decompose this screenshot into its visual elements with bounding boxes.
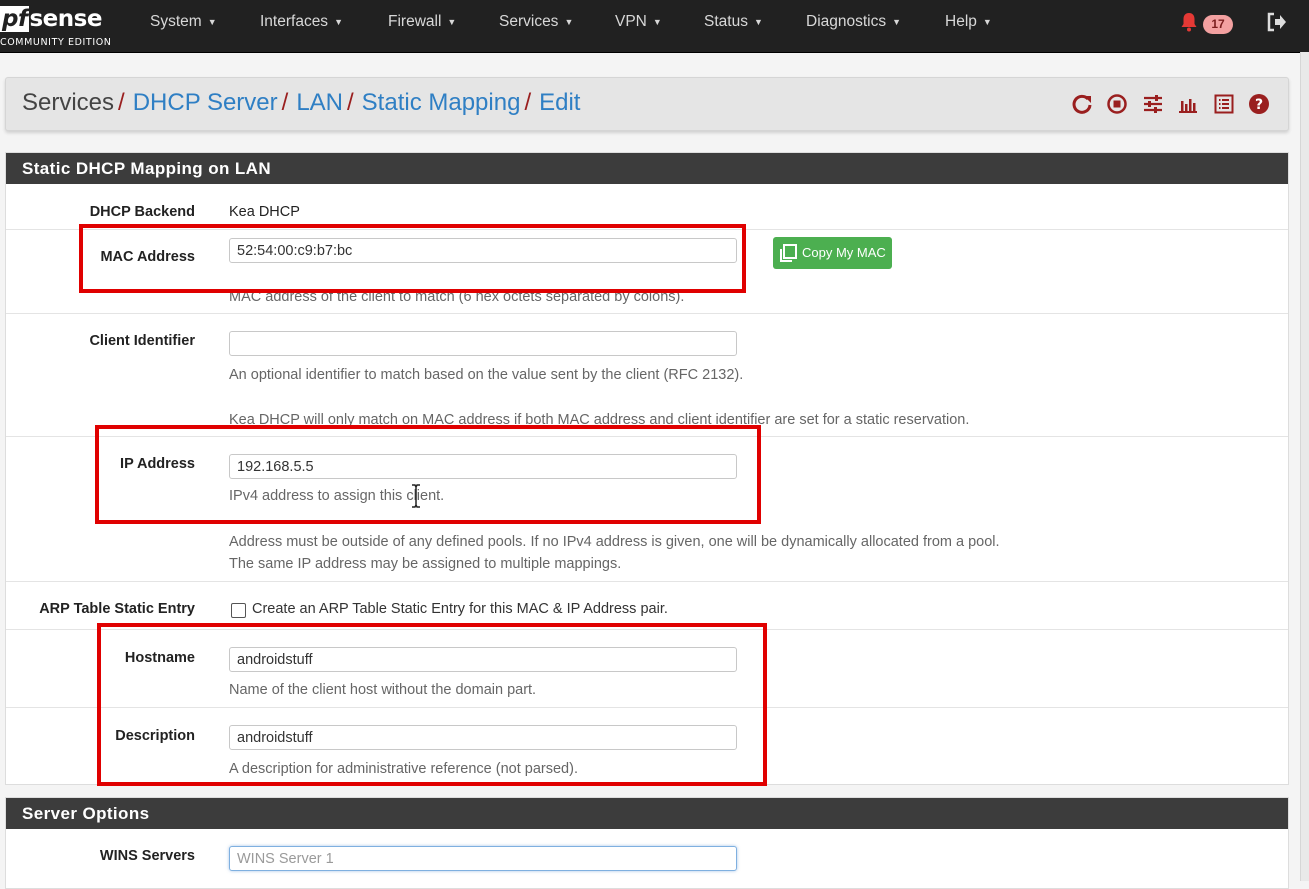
chart-icon[interactable] xyxy=(1177,93,1199,115)
logo-edition: COMMUNITY EDITION xyxy=(0,37,112,48)
text-cursor-icon xyxy=(412,484,420,508)
backend-row: DHCP Backend Kea DHCP xyxy=(6,184,1288,229)
hostname-input[interactable]: androidstuff xyxy=(229,647,737,672)
hostname-row: Hostname androidstuff Name of the client… xyxy=(6,629,1288,708)
mac-help: MAC address of the client to match (6 he… xyxy=(229,289,685,305)
list-icon[interactable] xyxy=(1213,93,1235,115)
backend-label: DHCP Backend xyxy=(89,204,195,220)
ip-help-3: The same IP address may be assigned to m… xyxy=(229,556,622,572)
caret-down-icon: ▼ xyxy=(207,16,217,27)
logo-pf: pf xyxy=(0,6,30,32)
breadcrumb-actions: ? xyxy=(1062,93,1270,115)
description-input[interactable]: androidstuff xyxy=(229,725,737,750)
notification-badge[interactable]: 17 xyxy=(1203,15,1233,34)
logo-sense: sense xyxy=(29,6,102,32)
nav-label: Help xyxy=(945,13,977,30)
arp-checkbox-label[interactable]: Create an ARP Table Static Entry for thi… xyxy=(252,601,668,617)
stop-icon[interactable] xyxy=(1106,93,1128,115)
panel-title: Server Options xyxy=(6,798,1288,829)
arp-checkbox[interactable] xyxy=(231,603,246,618)
wins-server-input[interactable]: WINS Server 1 xyxy=(229,846,737,871)
wins-label: WINS Servers xyxy=(99,848,195,864)
pfsense-logo[interactable]: pfsense COMMUNITY EDITION xyxy=(0,4,122,50)
description-row: Description androidstuff A description f… xyxy=(6,707,1288,785)
breadcrumb-static-mapping[interactable]: Static Mapping xyxy=(362,89,521,116)
wins-placeholder: WINS Server 1 xyxy=(237,851,334,867)
nav-firewall[interactable]: Firewall ▼ xyxy=(388,13,456,31)
caret-down-icon: ▼ xyxy=(892,16,902,27)
backend-value: Kea DHCP xyxy=(229,204,300,220)
breadcrumb-services: Services xyxy=(22,89,115,116)
breadcrumb-separator: / xyxy=(347,89,354,116)
nav-status[interactable]: Status ▼ xyxy=(704,13,763,31)
hostname-help: Name of the client host without the doma… xyxy=(229,682,537,698)
description-label: Description xyxy=(115,728,195,744)
nav-help[interactable]: Help ▼ xyxy=(945,13,992,31)
top-navbar: pfsense COMMUNITY EDITION System ▼ Interf… xyxy=(0,0,1309,53)
caret-down-icon: ▼ xyxy=(564,16,574,27)
client-id-help-1: An optional identifier to match based on… xyxy=(229,367,744,383)
panel-title: Static DHCP Mapping on LAN xyxy=(6,153,1288,184)
caret-down-icon: ▼ xyxy=(447,16,457,27)
caret-down-icon: ▼ xyxy=(753,16,763,27)
breadcrumb-bar: Services / DHCP Server / LAN / Static Mapping /… xyxy=(5,77,1289,131)
reload-icon[interactable] xyxy=(1071,93,1093,115)
copy-my-mac-label: Copy My MAC xyxy=(802,245,886,260)
hostname-label: Hostname xyxy=(124,650,195,666)
ip-help-2: Address must be outside of any defined p… xyxy=(229,534,1000,550)
help-icon[interactable]: ? xyxy=(1248,93,1270,115)
settings-sliders-icon[interactable] xyxy=(1142,93,1164,115)
ip-row: IP Address 192.168.5.5 IPv4 address to a… xyxy=(6,436,1288,582)
nav-label: VPN xyxy=(615,13,647,30)
nav-label: Diagnostics xyxy=(806,13,887,30)
logo-text: pfsense xyxy=(0,6,102,32)
caret-down-icon: ▼ xyxy=(982,16,992,27)
client-id-row: Client Identifier An optional identifier… xyxy=(6,313,1288,437)
description-help: A description for administrative referen… xyxy=(229,761,578,777)
breadcrumb-separator: / xyxy=(524,89,532,116)
nav-system[interactable]: System ▼ xyxy=(150,13,217,31)
mac-row: MAC Address 52:54:00:c9:b7:bc Copy My MA… xyxy=(6,229,1288,314)
breadcrumb-dhcp-server[interactable]: DHCP Server xyxy=(133,89,278,116)
nav-services[interactable]: Services ▼ xyxy=(499,13,573,31)
copy-my-mac-button[interactable]: Copy My MAC xyxy=(773,237,892,269)
breadcrumb-separator: / xyxy=(118,89,125,116)
nav-label: System xyxy=(150,13,202,30)
breadcrumb-separator: / xyxy=(281,89,289,116)
bell-icon[interactable] xyxy=(1180,12,1198,32)
mac-address-input[interactable]: 52:54:00:c9:b7:bc xyxy=(229,238,737,263)
caret-down-icon: ▼ xyxy=(652,16,662,27)
svg-text:?: ? xyxy=(1255,97,1263,113)
ip-address-input[interactable]: 192.168.5.5 xyxy=(229,454,737,479)
scrollbar-track[interactable] xyxy=(1300,52,1309,881)
nav-label: Services xyxy=(499,13,559,30)
mac-label: MAC Address xyxy=(100,249,195,265)
arp-label: ARP Table Static Entry xyxy=(39,601,195,617)
server-options-panel: Server Options WINS Servers WINS Server … xyxy=(5,797,1289,889)
client-id-label: Client Identifier xyxy=(89,333,195,349)
ip-label: IP Address xyxy=(120,456,195,472)
copy-icon xyxy=(780,244,797,262)
breadcrumb-lan[interactable]: LAN xyxy=(296,89,343,116)
nav-interfaces[interactable]: Interfaces ▼ xyxy=(260,13,343,31)
wins-row: WINS Servers WINS Server 1 xyxy=(6,829,1288,889)
nav-diagnostics[interactable]: Diagnostics ▼ xyxy=(806,13,901,31)
static-mapping-panel: Static DHCP Mapping on LAN DHCP Backend … xyxy=(5,152,1289,785)
arp-row: ARP Table Static Entry Create an ARP Tab… xyxy=(6,581,1288,630)
nav-label: Status xyxy=(704,13,748,30)
client-identifier-input[interactable] xyxy=(229,331,737,356)
nav-label: Interfaces xyxy=(260,13,329,30)
nav-label: Firewall xyxy=(388,13,442,30)
client-id-help-2: Kea DHCP will only match on MAC address … xyxy=(229,412,970,428)
logout-icon[interactable] xyxy=(1266,11,1288,33)
breadcrumb: Services / DHCP Server / LAN / Static Mapping /… xyxy=(22,89,580,117)
nav-vpn[interactable]: VPN ▼ xyxy=(615,13,662,31)
breadcrumb-edit[interactable]: Edit xyxy=(539,89,580,116)
caret-down-icon: ▼ xyxy=(334,16,343,27)
